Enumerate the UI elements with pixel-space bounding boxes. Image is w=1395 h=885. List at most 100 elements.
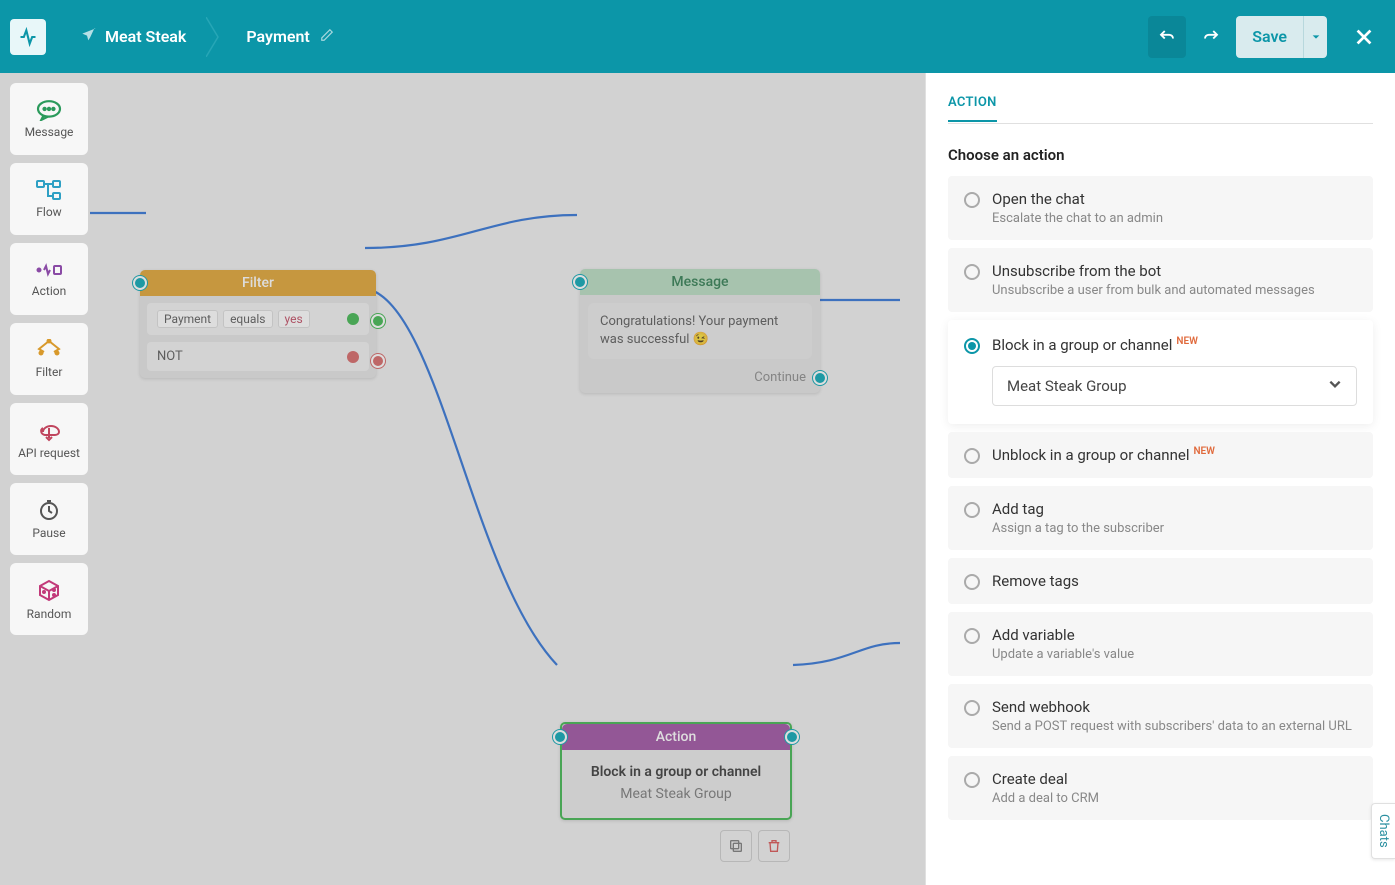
option-send-webhook[interactable]: Send webhook Send a POST request with su…	[948, 684, 1373, 748]
undo-button[interactable]	[1148, 16, 1186, 58]
breadcrumb-flow-label: Payment	[246, 27, 309, 46]
group-select[interactable]: Meat Steak Group	[992, 366, 1357, 406]
option-title: Block in a group or channelNEW	[992, 336, 1357, 354]
message-continue-label: Continue	[580, 367, 820, 393]
option-title: Add variable	[992, 626, 1357, 644]
tool-flow[interactable]: Flow	[10, 163, 88, 235]
message-node-body: Congratulations! Your payment was succes…	[588, 303, 812, 359]
option-unsubscribe[interactable]: Unsubscribe from the bot Unsubscribe a u…	[948, 248, 1373, 312]
option-title: Add tag	[992, 500, 1357, 518]
option-remove-tags[interactable]: Remove tags	[948, 558, 1373, 604]
option-desc: Escalate the chat to an admin	[992, 211, 1357, 226]
group-select-value: Meat Steak Group	[1007, 377, 1127, 395]
filter-value: yes	[278, 310, 310, 328]
option-title: Unblock in a group or channelNEW	[992, 446, 1357, 464]
node-input-port[interactable]	[573, 275, 587, 289]
duplicate-button[interactable]	[720, 830, 752, 862]
tool-api-request-label: API request	[18, 446, 80, 460]
pencil-icon[interactable]	[320, 27, 334, 46]
tool-pause-label: Pause	[32, 526, 65, 540]
close-button[interactable]	[1343, 16, 1385, 58]
tool-api-request[interactable]: API request	[10, 403, 88, 475]
filter-not-label: NOT	[157, 349, 183, 364]
breadcrumb-flow[interactable]: Payment	[226, 17, 353, 57]
option-title: Remove tags	[992, 572, 1357, 590]
filter-node[interactable]: Filter Payment equals yes NOT	[140, 270, 376, 378]
chevron-down-icon	[1328, 377, 1342, 395]
message-node[interactable]: Message Congratulations! Your payment wa…	[580, 269, 820, 393]
tool-action-label: Action	[32, 284, 66, 298]
new-badge: NEW	[1176, 336, 1198, 347]
radio-icon	[964, 574, 980, 590]
breadcrumb-bot[interactable]: Meat Steak	[61, 17, 206, 57]
action-node-target: Meat Steak Group	[572, 786, 780, 802]
option-title: Open the chat	[992, 190, 1357, 208]
redo-button[interactable]	[1192, 16, 1230, 58]
tool-filter[interactable]: Filter	[10, 323, 88, 395]
action-node-action-name: Block in a group or channel	[572, 764, 780, 780]
element-toolbox: Message Flow Action Filter API request P…	[10, 83, 88, 635]
option-desc: Send a POST request with subscribers' da…	[992, 719, 1357, 734]
option-block[interactable]: Block in a group or channelNEW Meat Stea…	[948, 320, 1373, 424]
tool-pause[interactable]: Pause	[10, 483, 88, 555]
tool-message[interactable]: Message	[10, 83, 88, 155]
filter-variable: Payment	[157, 310, 218, 328]
save-button[interactable]: Save	[1236, 16, 1303, 58]
tool-action[interactable]: Action	[10, 243, 88, 315]
tool-filter-label: Filter	[36, 365, 63, 379]
radio-icon	[964, 448, 980, 464]
filter-not-row[interactable]: NOT	[147, 342, 369, 371]
save-button-group: Save	[1236, 16, 1327, 58]
radio-icon	[964, 192, 980, 208]
option-add-variable[interactable]: Add variable Update a variable's value	[948, 612, 1373, 676]
filter-true-dot	[347, 313, 359, 325]
action-node-toolbar	[720, 830, 790, 862]
node-input-port[interactable]	[133, 276, 147, 290]
new-badge: NEW	[1193, 446, 1215, 457]
radio-icon	[964, 772, 980, 788]
option-desc: Update a variable's value	[992, 647, 1357, 662]
action-node-header: Action	[562, 724, 790, 750]
panel-tab-divider	[948, 123, 1373, 124]
option-title: Send webhook	[992, 698, 1357, 716]
save-dropdown-caret[interactable]	[1303, 16, 1327, 58]
action-output-port[interactable]	[785, 730, 799, 744]
option-title: Unsubscribe from the bot	[992, 262, 1357, 280]
app-logo[interactable]	[10, 19, 46, 55]
chats-side-tab[interactable]: Chats	[1371, 803, 1395, 859]
option-desc: Add a deal to CRM	[992, 791, 1357, 806]
filter-false-port[interactable]	[371, 354, 385, 368]
option-open-chat[interactable]: Open the chat Escalate the chat to an ad…	[948, 176, 1373, 240]
radio-icon	[964, 700, 980, 716]
option-title: Create deal	[992, 770, 1357, 788]
radio-icon	[964, 338, 980, 354]
app-header: Meat Steak Payment Save	[0, 0, 1395, 73]
action-node[interactable]: Action Block in a group or channel Meat …	[560, 722, 792, 820]
telegram-icon	[81, 27, 97, 47]
filter-node-header: Filter	[140, 270, 376, 296]
filter-true-port[interactable]	[371, 314, 385, 328]
option-add-tag[interactable]: Add tag Assign a tag to the subscriber	[948, 486, 1373, 550]
filter-operator: equals	[223, 310, 272, 328]
tool-random-label: Random	[27, 607, 72, 621]
filter-condition-row[interactable]: Payment equals yes	[147, 303, 369, 335]
tool-random[interactable]: Random	[10, 563, 88, 635]
filter-false-dot	[347, 351, 359, 363]
option-unblock[interactable]: Unblock in a group or channelNEW	[948, 432, 1373, 478]
message-output-port[interactable]	[813, 371, 827, 385]
option-desc: Assign a tag to the subscriber	[992, 521, 1357, 536]
radio-icon	[964, 264, 980, 280]
radio-icon	[964, 628, 980, 644]
radio-icon	[964, 502, 980, 518]
breadcrumb-bot-label: Meat Steak	[105, 27, 186, 46]
option-create-deal[interactable]: Create deal Add a deal to CRM	[948, 756, 1373, 820]
action-node-body: Block in a group or channel Meat Steak G…	[562, 750, 790, 818]
option-desc: Unsubscribe a user from bulk and automat…	[992, 283, 1357, 298]
header-actions: Save	[1148, 16, 1385, 58]
panel-tab-action[interactable]: ACTION	[948, 95, 997, 122]
message-node-header: Message	[580, 269, 820, 295]
delete-button[interactable]	[758, 830, 790, 862]
tool-message-label: Message	[25, 125, 74, 139]
action-panel: ACTION Choose an action Open the chat Es…	[925, 73, 1395, 885]
node-input-port[interactable]	[553, 730, 567, 744]
